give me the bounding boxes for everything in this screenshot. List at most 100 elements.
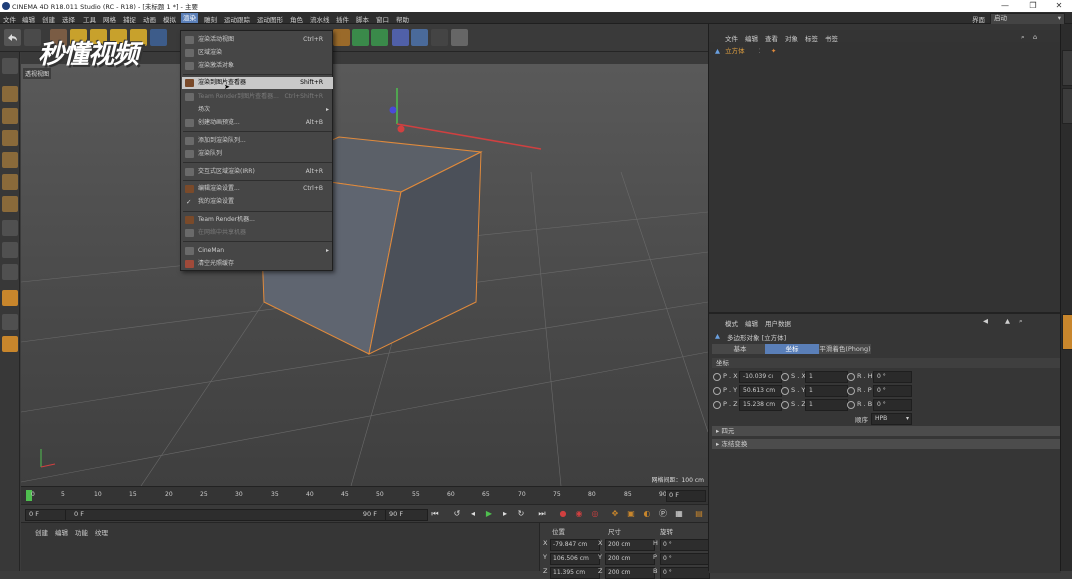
autokey-icon[interactable]: ◉ [573,508,585,520]
menu-motion-tracking[interactable]: 运动跟踪 [224,14,250,24]
current-frame-field[interactable]: 0 F [666,490,706,502]
radio-button[interactable] [713,401,721,409]
menu-render[interactable]: 渲染 [181,13,198,23]
menu-item-render-to-picture-viewer[interactable]: 渲染到图片查看器 Shift+R ➤ [182,77,333,91]
start-frame-field[interactable]: 0 F [25,509,66,521]
order-select[interactable]: HPB ▾ [871,413,912,425]
timeline-ruler[interactable]: 0 5 10 15 20 25 30 35 40 45 50 55 60 65 … [21,486,708,504]
menu-sculpt[interactable]: 雕刻 [204,14,217,24]
radio-button[interactable] [847,401,855,409]
radio-button[interactable] [713,387,721,395]
size-z-field[interactable]: 200 cm [605,567,655,579]
x-axis-icon[interactable] [150,29,167,46]
undo-icon[interactable] [4,29,21,46]
rotation-b-field[interactable]: 0 ° [660,567,710,579]
material-menu-edit[interactable]: 编辑 [55,527,68,537]
x-axis-knob[interactable] [397,125,405,133]
maximize-button[interactable]: ❐ [1020,0,1046,12]
deformer-icon[interactable] [392,29,409,46]
menu-plugins[interactable]: 插件 [336,14,349,24]
cloner-icon[interactable] [371,29,388,46]
size-y-field[interactable]: 200 cm [605,553,655,565]
menu-character[interactable]: 角色 [290,14,303,24]
go-to-start-icon[interactable]: ⏮ [429,508,441,520]
key-scale-icon[interactable]: ▣ [625,508,637,520]
menu-item-render-active-objects[interactable]: 渲染激活对象 [182,60,333,72]
polygons-mode-icon[interactable] [2,196,18,212]
points-mode-icon[interactable] [2,152,18,168]
side-tab-content-browser[interactable] [1062,88,1072,124]
edges-mode-icon[interactable] [2,174,18,190]
attr-menu-edit[interactable]: 编辑 [745,318,758,328]
menu-item-share-machine[interactable]: 在网络中共享机器 [182,227,333,239]
position-y-field[interactable]: 106.506 cm [550,553,600,565]
back-arrow-icon[interactable]: ◀ [983,317,988,325]
menu-item-render-queue[interactable]: 渲染队列 [182,148,333,160]
side-tab-attributes[interactable] [1062,314,1072,350]
menu-item-cineman[interactable]: CineMan ▸ [182,245,333,257]
menu-pipeline[interactable]: 流水线 [310,14,330,24]
tab-basic[interactable]: 基本 [712,344,768,354]
grid-icon[interactable] [2,314,18,330]
previous-frame-icon[interactable]: ◂ [467,508,479,520]
material-menu-create[interactable]: 创建 [35,527,48,537]
menu-mesh[interactable]: 网格 [103,14,116,24]
rp-field[interactable]: 0 ° [873,385,912,397]
menu-item-interactive-render-region[interactable]: 交互式区域渲染(IRR) Alt+R [182,166,333,178]
px-field[interactable]: -10.039 cı [739,371,782,383]
search-icon[interactable]: ⌕ [1019,317,1023,326]
visibility-dots-icon[interactable]: ⁚ [759,47,761,55]
light-icon[interactable] [451,29,468,46]
texture-mode-icon[interactable] [2,108,18,124]
magnet-icon[interactable] [2,290,18,306]
rotation-h-field[interactable]: 0 ° [660,539,710,551]
sy-field[interactable]: 1 [805,385,848,397]
menu-simulate[interactable]: 模拟 [163,14,176,24]
radio-button[interactable] [781,401,789,409]
menu-create[interactable]: 创建 [42,14,55,24]
previous-key-icon[interactable]: ↺ [451,508,463,520]
menu-item-my-render-settings[interactable]: ✓ 我的渲染设置 [182,196,333,208]
menu-window[interactable]: 窗口 [376,14,389,24]
menu-script[interactable]: 脚本 [356,14,369,24]
menu-item-team-render-machines[interactable]: Team Render机器... [182,214,333,226]
play-icon[interactable]: ▶ [483,508,495,520]
phong-tag-icon[interactable]: ✦ [771,47,776,55]
snap-icon[interactable] [2,264,18,280]
position-z-field[interactable]: 11.395 cm [550,567,600,579]
radio-button[interactable] [713,373,721,381]
subdivision-icon[interactable] [352,29,369,46]
side-tab-objects[interactable] [1062,50,1072,86]
timeline-window-icon[interactable]: ▤ [693,508,705,520]
key-rotation-icon[interactable]: ◐ [641,508,653,520]
rb-field[interactable]: 0 ° [873,399,912,411]
menu-item-flush-illumination-caches[interactable]: 清空光照缓存 [182,258,333,270]
menu-edit[interactable]: 编辑 [22,14,35,24]
up-arrow-icon[interactable]: ▲ [1005,317,1010,325]
object-row-cube[interactable]: ▲ 立方体 ⁚ ✦ [715,45,776,55]
rh-field[interactable]: 0 ° [873,371,912,383]
radio-button[interactable] [781,373,789,381]
radio-button[interactable] [847,387,855,395]
material-menu-texture[interactable]: 纹理 [95,527,108,537]
sx-field[interactable]: 1 [805,371,848,383]
menu-animate[interactable]: 动画 [143,14,156,24]
keyframe-selection-icon[interactable]: ◎ [589,508,601,520]
perspective-viewport[interactable]: 透视视图 网格间距：100 cm [21,52,708,486]
next-key-icon[interactable]: ↻ [515,508,527,520]
menu-item-edit-render-settings[interactable]: 编辑渲染设置... Ctrl+B [182,183,333,195]
menu-select[interactable]: 选择 [62,14,75,24]
make-editable-icon[interactable] [2,58,18,74]
menu-mograph[interactable]: 运动图形 [257,14,283,24]
rotation-p-field[interactable]: 0 ° [660,553,710,565]
menu-file[interactable]: 文件 [3,14,16,24]
end-frame-field[interactable]: 90 F [385,509,428,521]
menu-item-takes[interactable]: 场次 ▸ [182,104,333,116]
z-axis-handle[interactable] [389,106,397,114]
menu-item-render-active-view[interactable]: 渲染活动视图 Ctrl+R [182,34,333,46]
model-mode-icon[interactable] [2,86,18,102]
menu-item-region-render[interactable]: 区域渲染 [182,47,333,59]
key-pla-icon[interactable]: ▦ [673,508,685,520]
close-button[interactable]: ✕ [1046,0,1072,12]
menu-tools[interactable]: 工具 [83,14,96,24]
